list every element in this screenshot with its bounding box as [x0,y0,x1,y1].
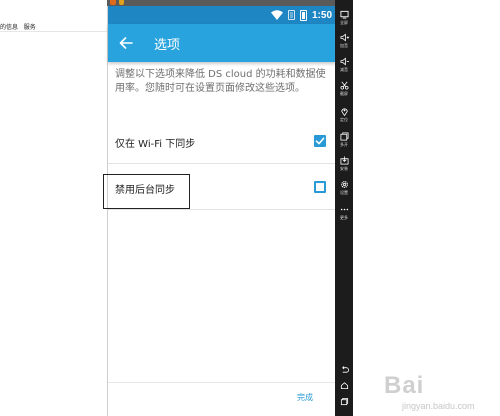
wifi-icon [270,10,283,20]
app-bar: 选项 [108,24,336,62]
host-divider [0,31,107,32]
location-icon [340,108,348,116]
nav-home-button[interactable] [335,381,353,390]
nav-recent-button[interactable] [335,397,353,406]
scissors-icon [339,81,349,90]
wifi-only-checkbox[interactable] [314,135,326,147]
host-menu: 的信息 服务 [0,22,40,31]
battery-icon [299,9,307,21]
emulator-logo-icon [110,0,116,5]
sidebar-item-volume-down[interactable]: 减音 [335,57,353,73]
screen: 的信息 服务 1:50 选项 调整以下选项来降低 DS cloud 的功耗和数据… [0,0,500,416]
sidebar-item-install[interactable]: 安装 [335,156,353,172]
volume-down-icon [339,57,349,66]
background-sync-checkbox[interactable] [314,181,326,193]
phone-screen: 1:50 选项 调整以下选项来降低 DS cloud 的功耗和数据使用率。您随时… [103,6,336,416]
screen-icon [339,10,349,19]
volume-up-icon [339,33,349,42]
sim-icon [287,10,295,20]
watermark-site: jingyan.baidu.com [402,401,475,411]
option-label: 禁用后台同步 [115,185,175,196]
footer-divider [108,382,336,383]
sidebar-item-settings[interactable]: 设置 [335,180,353,196]
status-icons: 1:50 [270,8,332,22]
arrow-left-icon [119,37,133,49]
more-icon [340,208,348,211]
status-bar: 1:50 [108,6,336,24]
gear-icon [340,181,348,188]
home-icon [340,382,348,390]
emulator-app-icon [119,0,124,5]
sidebar-item-location[interactable]: 定位 [335,107,353,123]
multi-window-icon [339,132,349,141]
sidebar-item-multi-open[interactable]: 多开 [335,132,353,148]
back-icon [341,366,349,373]
option-wifi-only-sync[interactable]: 仅在 Wi-Fi 下同步 [108,118,336,164]
recent-icon [340,397,348,406]
sidebar-item-more[interactable]: 更多 [335,205,353,221]
nav-back-button[interactable] [335,365,353,374]
status-time: 1:50 [311,9,332,21]
page-title: 选项 [154,38,181,53]
option-label: 仅在 Wi-Fi 下同步 [115,139,196,150]
checkmark-icon [315,137,325,145]
watermark-brand: Bai [384,372,425,399]
description-text: 调整以下选项来降低 DS cloud 的功耗和数据使用率。您随时可在设置页面修改… [115,69,326,94]
sidebar-item-fullscreen[interactable]: 全屏 [335,10,353,26]
sidebar-item-volume-up[interactable]: 加音 [335,33,353,49]
watermark: Bai jingyan.baidu.com [382,370,498,414]
done-button[interactable]: 完成 [297,392,313,403]
option-disable-background-sync[interactable]: 禁用后台同步 [103,164,336,210]
sidebar-item-screenshot[interactable]: 截屏 [335,81,353,97]
emulator-sidebar: 全屏 加音 减音 截屏 定位 多开 安装 设置 更多 [335,0,353,416]
back-button[interactable] [116,33,136,53]
install-icon [339,156,349,165]
